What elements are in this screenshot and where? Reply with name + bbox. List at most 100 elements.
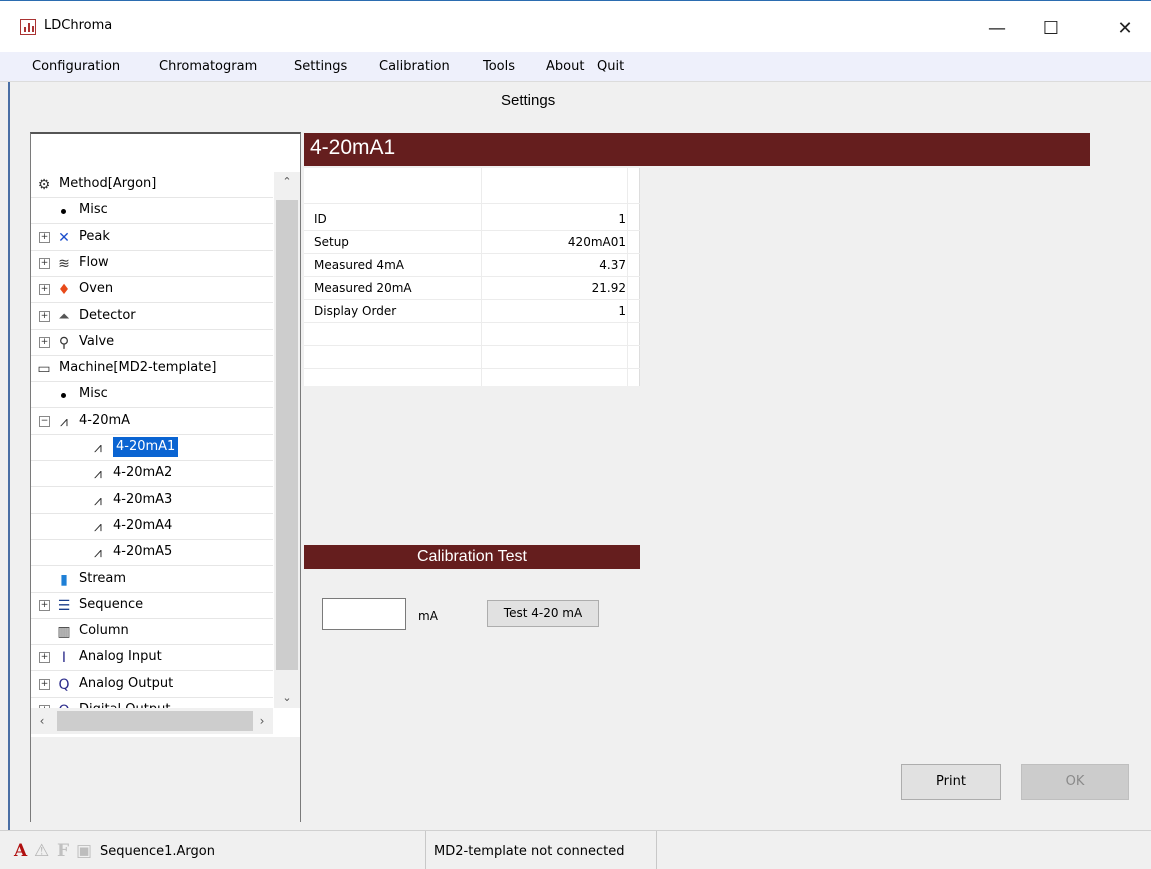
tree-item[interactable]: + ♦ Oven xyxy=(31,277,273,303)
tree-item[interactable]: Misc xyxy=(31,198,273,224)
settings-dialog: Settings ⚙ Method[Argon] Misc + ✕ Peak + ≋ Flow +… xyxy=(8,82,1151,830)
scroll-right-icon[interactable]: › xyxy=(251,708,273,734)
tree-item-label: 4-20mA3 xyxy=(113,492,173,507)
list-icon: ☰ xyxy=(57,598,71,614)
tree-item[interactable]: ⩘ 4-20mA5 xyxy=(31,540,273,566)
property-row-empty[interactable] xyxy=(304,323,640,346)
property-value: 4.37 xyxy=(599,258,626,272)
tree-item[interactable]: +ODigital Output xyxy=(31,698,273,708)
panel-title: 4-20mA1 xyxy=(304,133,1090,166)
milliamp-unit-label: mA xyxy=(418,609,438,623)
detector-icon: ⏶ xyxy=(58,309,70,325)
scroll-up-icon[interactable]: ⌃ xyxy=(274,172,300,192)
scroll-left-icon[interactable]: ‹ xyxy=(31,708,53,734)
property-key: Setup xyxy=(314,235,349,249)
warning-icon: ⚠ xyxy=(34,841,50,861)
tree-item[interactable]: + ☰ Sequence xyxy=(31,593,273,619)
tree-horizontal-scrollbar[interactable]: ‹ › xyxy=(31,708,273,734)
tree-item[interactable]: ▮ Stream xyxy=(31,567,273,593)
expand-icon[interactable]: + xyxy=(39,258,50,269)
flow-icon: ≋ xyxy=(58,256,70,272)
property-row[interactable]: Measured 20mA 21.92 xyxy=(304,277,640,300)
scroll-down-icon[interactable]: ⌄ xyxy=(274,688,300,708)
property-row[interactable]: Display Order 1 xyxy=(304,300,640,323)
menu-about[interactable]: About xyxy=(546,59,584,74)
gears-icon: ⚙ xyxy=(37,177,51,193)
tree-item-label: 4-20mA1 xyxy=(111,436,180,458)
status-bar: A ⚠ F ▣ Sequence1.Argon MD2-template not… xyxy=(0,830,1151,869)
collapse-icon[interactable]: − xyxy=(39,416,50,427)
calibration-test-title: Calibration Test xyxy=(304,545,640,569)
expand-icon[interactable]: + xyxy=(39,337,50,348)
property-value: 21.92 xyxy=(591,281,626,295)
tree-item[interactable]: + ⚲ Valve xyxy=(31,330,273,356)
tree-item[interactable]: ▥ Column xyxy=(31,619,273,645)
menu-settings[interactable]: Settings xyxy=(294,59,347,74)
scroll-thumb[interactable] xyxy=(276,200,298,670)
maximize-icon[interactable]: ☐ xyxy=(1028,11,1074,47)
tree-item-label: Machine[MD2-template] xyxy=(59,360,217,375)
expand-icon[interactable]: + xyxy=(39,679,50,690)
settings-tree[interactable]: ⚙ Method[Argon] Misc + ✕ Peak + ≋ Flow + ♦ Oven + ⏶ De… xyxy=(30,132,301,823)
page-title: Settings xyxy=(501,92,556,109)
tree-item-label: Flow xyxy=(79,255,109,270)
tree-item[interactable]: + ✕ Peak xyxy=(31,225,273,251)
tree-item[interactable]: Misc xyxy=(31,382,273,408)
expand-icon[interactable]: + xyxy=(39,284,50,295)
property-row[interactable]: Measured 4mA 4.37 xyxy=(304,254,640,277)
tree-item[interactable]: ⩘ 4-20mA1 xyxy=(31,435,273,461)
tree-vertical-scrollbar[interactable]: ⌃ ⌄ xyxy=(274,172,300,708)
tree-item[interactable]: ⚙ Method[Argon] xyxy=(31,172,273,198)
property-row[interactable]: Setup 420mA01 xyxy=(304,231,640,254)
expand-icon[interactable]: + xyxy=(39,600,50,611)
tree-list: ⚙ Method[Argon] Misc + ✕ Peak + ≋ Flow + ♦ Oven + ⏶ De… xyxy=(31,172,273,708)
expand-icon[interactable]: + xyxy=(39,232,50,243)
analog-output-icon: Q xyxy=(58,677,70,693)
tree-item[interactable]: + ⏶ Detector xyxy=(31,304,273,330)
bullet-icon xyxy=(61,393,66,398)
menu-calibration[interactable]: Calibration xyxy=(379,59,450,74)
tree-item-label: Detector xyxy=(79,308,136,323)
ok-button[interactable]: OK xyxy=(1021,764,1129,800)
close-icon[interactable]: ✕ xyxy=(1102,11,1148,47)
print-button[interactable]: Print xyxy=(901,764,1001,800)
tree-item-label: Column xyxy=(79,623,129,638)
tree-item-label: 4-20mA xyxy=(79,413,131,428)
tree-item-label: Analog Input xyxy=(79,649,162,664)
tree-item-label: 4-20mA4 xyxy=(113,518,173,533)
flame-icon: ♦ xyxy=(57,282,71,298)
expand-icon[interactable]: + xyxy=(39,652,50,663)
tree-item[interactable]: + Q Analog Output xyxy=(31,672,273,698)
tree-item[interactable]: + Ⅰ Analog Input xyxy=(31,645,273,671)
property-key: Measured 20mA xyxy=(314,281,412,295)
tree-item[interactable]: ⩘ 4-20mA2 xyxy=(31,461,273,487)
menu-tools[interactable]: Tools xyxy=(483,59,515,74)
menu-configuration[interactable]: Configuration xyxy=(32,59,120,74)
tree-item[interactable]: − ⩘ 4-20mA xyxy=(31,409,273,435)
property-key: Display Order xyxy=(314,304,397,318)
resistor-icon: ⩘ xyxy=(94,440,102,456)
tree-item-label: Misc xyxy=(79,386,108,401)
resistor-icon: ⩘ xyxy=(60,414,68,430)
hscroll-thumb[interactable] xyxy=(57,711,253,731)
tree-item[interactable]: + ≋ Flow xyxy=(31,251,273,277)
current-sequence: Sequence1.Argon xyxy=(100,844,215,859)
tree-item[interactable]: ⩘ 4-20mA4 xyxy=(31,514,273,540)
milliamp-input[interactable] xyxy=(322,598,406,630)
property-row[interactable]: ID 1 xyxy=(304,208,640,231)
test-4-20ma-button[interactable]: Test 4-20 mA xyxy=(487,600,599,627)
alarm-a-icon: A xyxy=(14,841,28,861)
property-row-empty[interactable] xyxy=(304,346,640,369)
expand-icon[interactable]: + xyxy=(39,311,50,322)
tree-item-label: Sequence xyxy=(79,597,144,612)
menu-quit[interactable]: Quit xyxy=(597,59,624,74)
menu-chromatogram[interactable]: Chromatogram xyxy=(159,59,257,74)
minimize-icon[interactable]: — xyxy=(974,11,1020,47)
tree-frame-filler xyxy=(31,737,300,823)
property-grid[interactable]: ID 1 Setup 420mA01 Measured 4mA 4.37 Mea… xyxy=(304,168,640,386)
tree-item[interactable]: ▭ Machine[MD2-template] xyxy=(31,356,273,382)
tree-item-label: Stream xyxy=(79,571,127,586)
tree-item[interactable]: ⩘ 4-20mA3 xyxy=(31,488,273,514)
tree-item-label: Method[Argon] xyxy=(59,176,157,191)
title-bar: LDChroma — ☐ ✕ xyxy=(0,0,1151,52)
